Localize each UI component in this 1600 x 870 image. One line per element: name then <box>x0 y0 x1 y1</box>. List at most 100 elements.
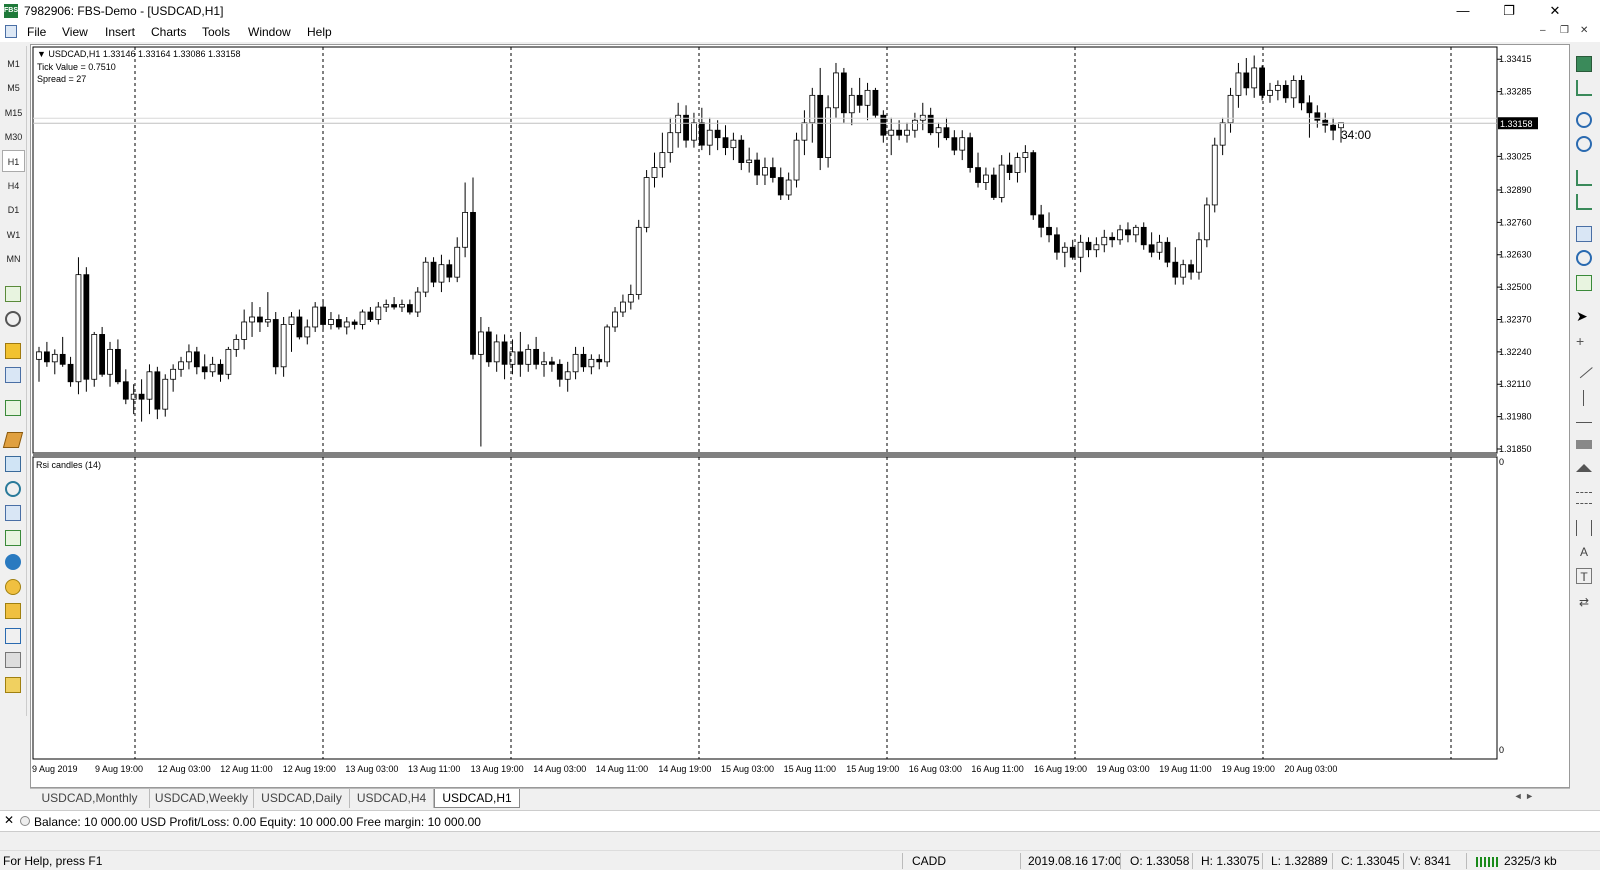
close-button[interactable]: ✕ <box>1532 0 1578 22</box>
candle-body <box>825 107 831 159</box>
strategy-tester-icon[interactable] <box>2 432 24 448</box>
add-chart-icon[interactable] <box>5 530 21 546</box>
new-order-icon[interactable] <box>5 400 21 416</box>
chart-type-icon[interactable] <box>1576 56 1592 72</box>
arrows-icon[interactable]: ⇄ <box>1576 594 1592 610</box>
left-toolbar: M1 M5 M15 M30 H1 H4 D1 W1 MN <box>0 46 27 716</box>
menu-bar: File View Insert Charts Tools Window Hel… <box>0 22 1600 42</box>
candle-body <box>122 381 129 400</box>
chart-shift-icon[interactable] <box>1576 194 1592 210</box>
candle-body <box>36 351 42 360</box>
code-base-icon[interactable] <box>5 603 21 619</box>
candle-body <box>722 137 729 149</box>
timeframe-m1[interactable]: M1 <box>2 53 25 75</box>
periods-icon[interactable] <box>1576 250 1592 266</box>
doc-icon[interactable] <box>5 25 17 38</box>
candle-body <box>438 264 445 283</box>
channels-icon[interactable] <box>1576 520 1592 536</box>
candle-body <box>217 363 224 375</box>
mdi-restore-button[interactable]: ❐ <box>1560 25 1569 36</box>
candle-body <box>351 321 358 325</box>
candlestick-chart[interactable]: 1.33415 1.33285 1.33025 1.32890 1.32760 1.326… <box>31 45 1569 787</box>
trendline-icon[interactable] <box>1575 361 1593 379</box>
tabs-scroll-arrows[interactable]: ◄ ► <box>1514 791 1534 801</box>
mdi-minimize-button[interactable]: – <box>1540 25 1546 36</box>
templates-icon[interactable] <box>5 677 21 693</box>
candle-body <box>1243 72 1250 89</box>
signals-icon[interactable] <box>5 456 21 472</box>
status-open: O: 1.33058 <box>1130 854 1190 868</box>
mdi-close-button[interactable]: ✕ <box>1580 25 1588 36</box>
horizontal-line-icon[interactable] <box>1576 414 1592 423</box>
candle-body <box>399 304 405 308</box>
menu-charts[interactable]: Charts <box>151 25 186 39</box>
crosshair-icon[interactable]: + <box>1576 333 1592 349</box>
tab-usdcad-monthly[interactable]: USDCAD,Monthly <box>30 789 150 808</box>
candle-body <box>1085 241 1092 251</box>
timeframe-m30[interactable]: M30 <box>2 126 25 148</box>
print-icon[interactable] <box>5 652 21 668</box>
favorites-icon[interactable] <box>5 343 21 359</box>
timeframe-h4[interactable]: H4 <box>2 175 25 197</box>
candle-body <box>683 114 689 141</box>
candlesticks-icon[interactable] <box>1576 80 1592 96</box>
restore-button[interactable]: ❐ <box>1486 0 1532 22</box>
candle-body <box>115 348 121 383</box>
zoom-out-icon[interactable] <box>1576 136 1592 152</box>
triangle-icon[interactable] <box>1576 464 1592 472</box>
menu-window[interactable]: Window <box>248 25 291 39</box>
chart-window[interactable]: 1.33415 1.33285 1.33025 1.32890 1.32760 1.326… <box>30 44 1570 788</box>
fullscreen-icon[interactable] <box>5 628 21 644</box>
timeframe-d1[interactable]: D1 <box>2 199 25 221</box>
candle-body <box>777 177 784 196</box>
rsi-tick-label: 0 <box>1499 745 1504 755</box>
status-profile[interactable]: CADD <box>912 854 946 868</box>
tab-usdcad-weekly[interactable]: USDCAD,Weekly <box>150 789 254 808</box>
navigator-icon[interactable] <box>5 311 21 327</box>
text-label-icon[interactable]: T <box>1576 568 1592 584</box>
timeframe-mn[interactable]: MN <box>2 248 25 270</box>
candle-body <box>383 304 390 308</box>
broadcast-icon[interactable] <box>5 481 21 497</box>
candle-body <box>785 179 792 196</box>
tab-usdcad-h4[interactable]: USDCAD,H4 <box>350 789 434 808</box>
market-icon[interactable] <box>5 579 21 595</box>
timeframe-m15[interactable]: M15 <box>2 102 25 124</box>
auto-scroll-icon[interactable] <box>1576 170 1592 186</box>
cursor-icon[interactable]: ➤ <box>1576 308 1592 324</box>
tab-usdcad-h1[interactable]: USDCAD,H1 <box>434 789 520 808</box>
timeframe-w1[interactable]: W1 <box>2 224 25 246</box>
rectangle-icon[interactable] <box>1576 440 1592 449</box>
candle-body <box>1235 72 1242 96</box>
help-icon[interactable] <box>5 554 21 570</box>
timeframe-h1[interactable]: H1 <box>2 150 25 172</box>
vertical-line-icon[interactable] <box>1583 390 1585 406</box>
main-pane <box>32 46 1498 454</box>
tab-usdcad-daily[interactable]: USDCAD,Daily <box>254 789 350 808</box>
market-watch-icon[interactable] <box>5 286 21 302</box>
menu-help[interactable]: Help <box>307 25 332 39</box>
minimize-button[interactable]: — <box>1440 0 1486 22</box>
mailbox-icon[interactable] <box>5 505 21 521</box>
templates-add-icon[interactable] <box>1576 275 1592 291</box>
menu-insert[interactable]: Insert <box>105 25 135 39</box>
menu-file[interactable]: File <box>27 25 46 39</box>
candle-body <box>935 127 942 134</box>
menu-view[interactable]: View <box>62 25 88 39</box>
candle-body <box>911 119 918 131</box>
indicators-icon[interactable] <box>1576 226 1592 242</box>
candle-body <box>1203 204 1210 241</box>
y-tick-label: 1.33025 <box>1499 151 1532 161</box>
terminal-close-button[interactable]: ✕ <box>4 813 14 827</box>
candle-body <box>59 353 66 365</box>
timeframe-m5[interactable]: M5 <box>2 77 25 99</box>
candle-body <box>257 316 263 323</box>
fibonacci-icon[interactable] <box>1576 492 1592 504</box>
terminal-icon[interactable] <box>5 367 21 383</box>
status-high: H: 1.33075 <box>1201 854 1260 868</box>
text-icon[interactable]: A <box>1576 544 1592 560</box>
x-tick-label: 14 Aug 19:00 <box>658 764 711 774</box>
menu-tools[interactable]: Tools <box>202 25 230 39</box>
zoom-in-icon[interactable] <box>1576 112 1592 128</box>
candle-body <box>943 127 950 139</box>
